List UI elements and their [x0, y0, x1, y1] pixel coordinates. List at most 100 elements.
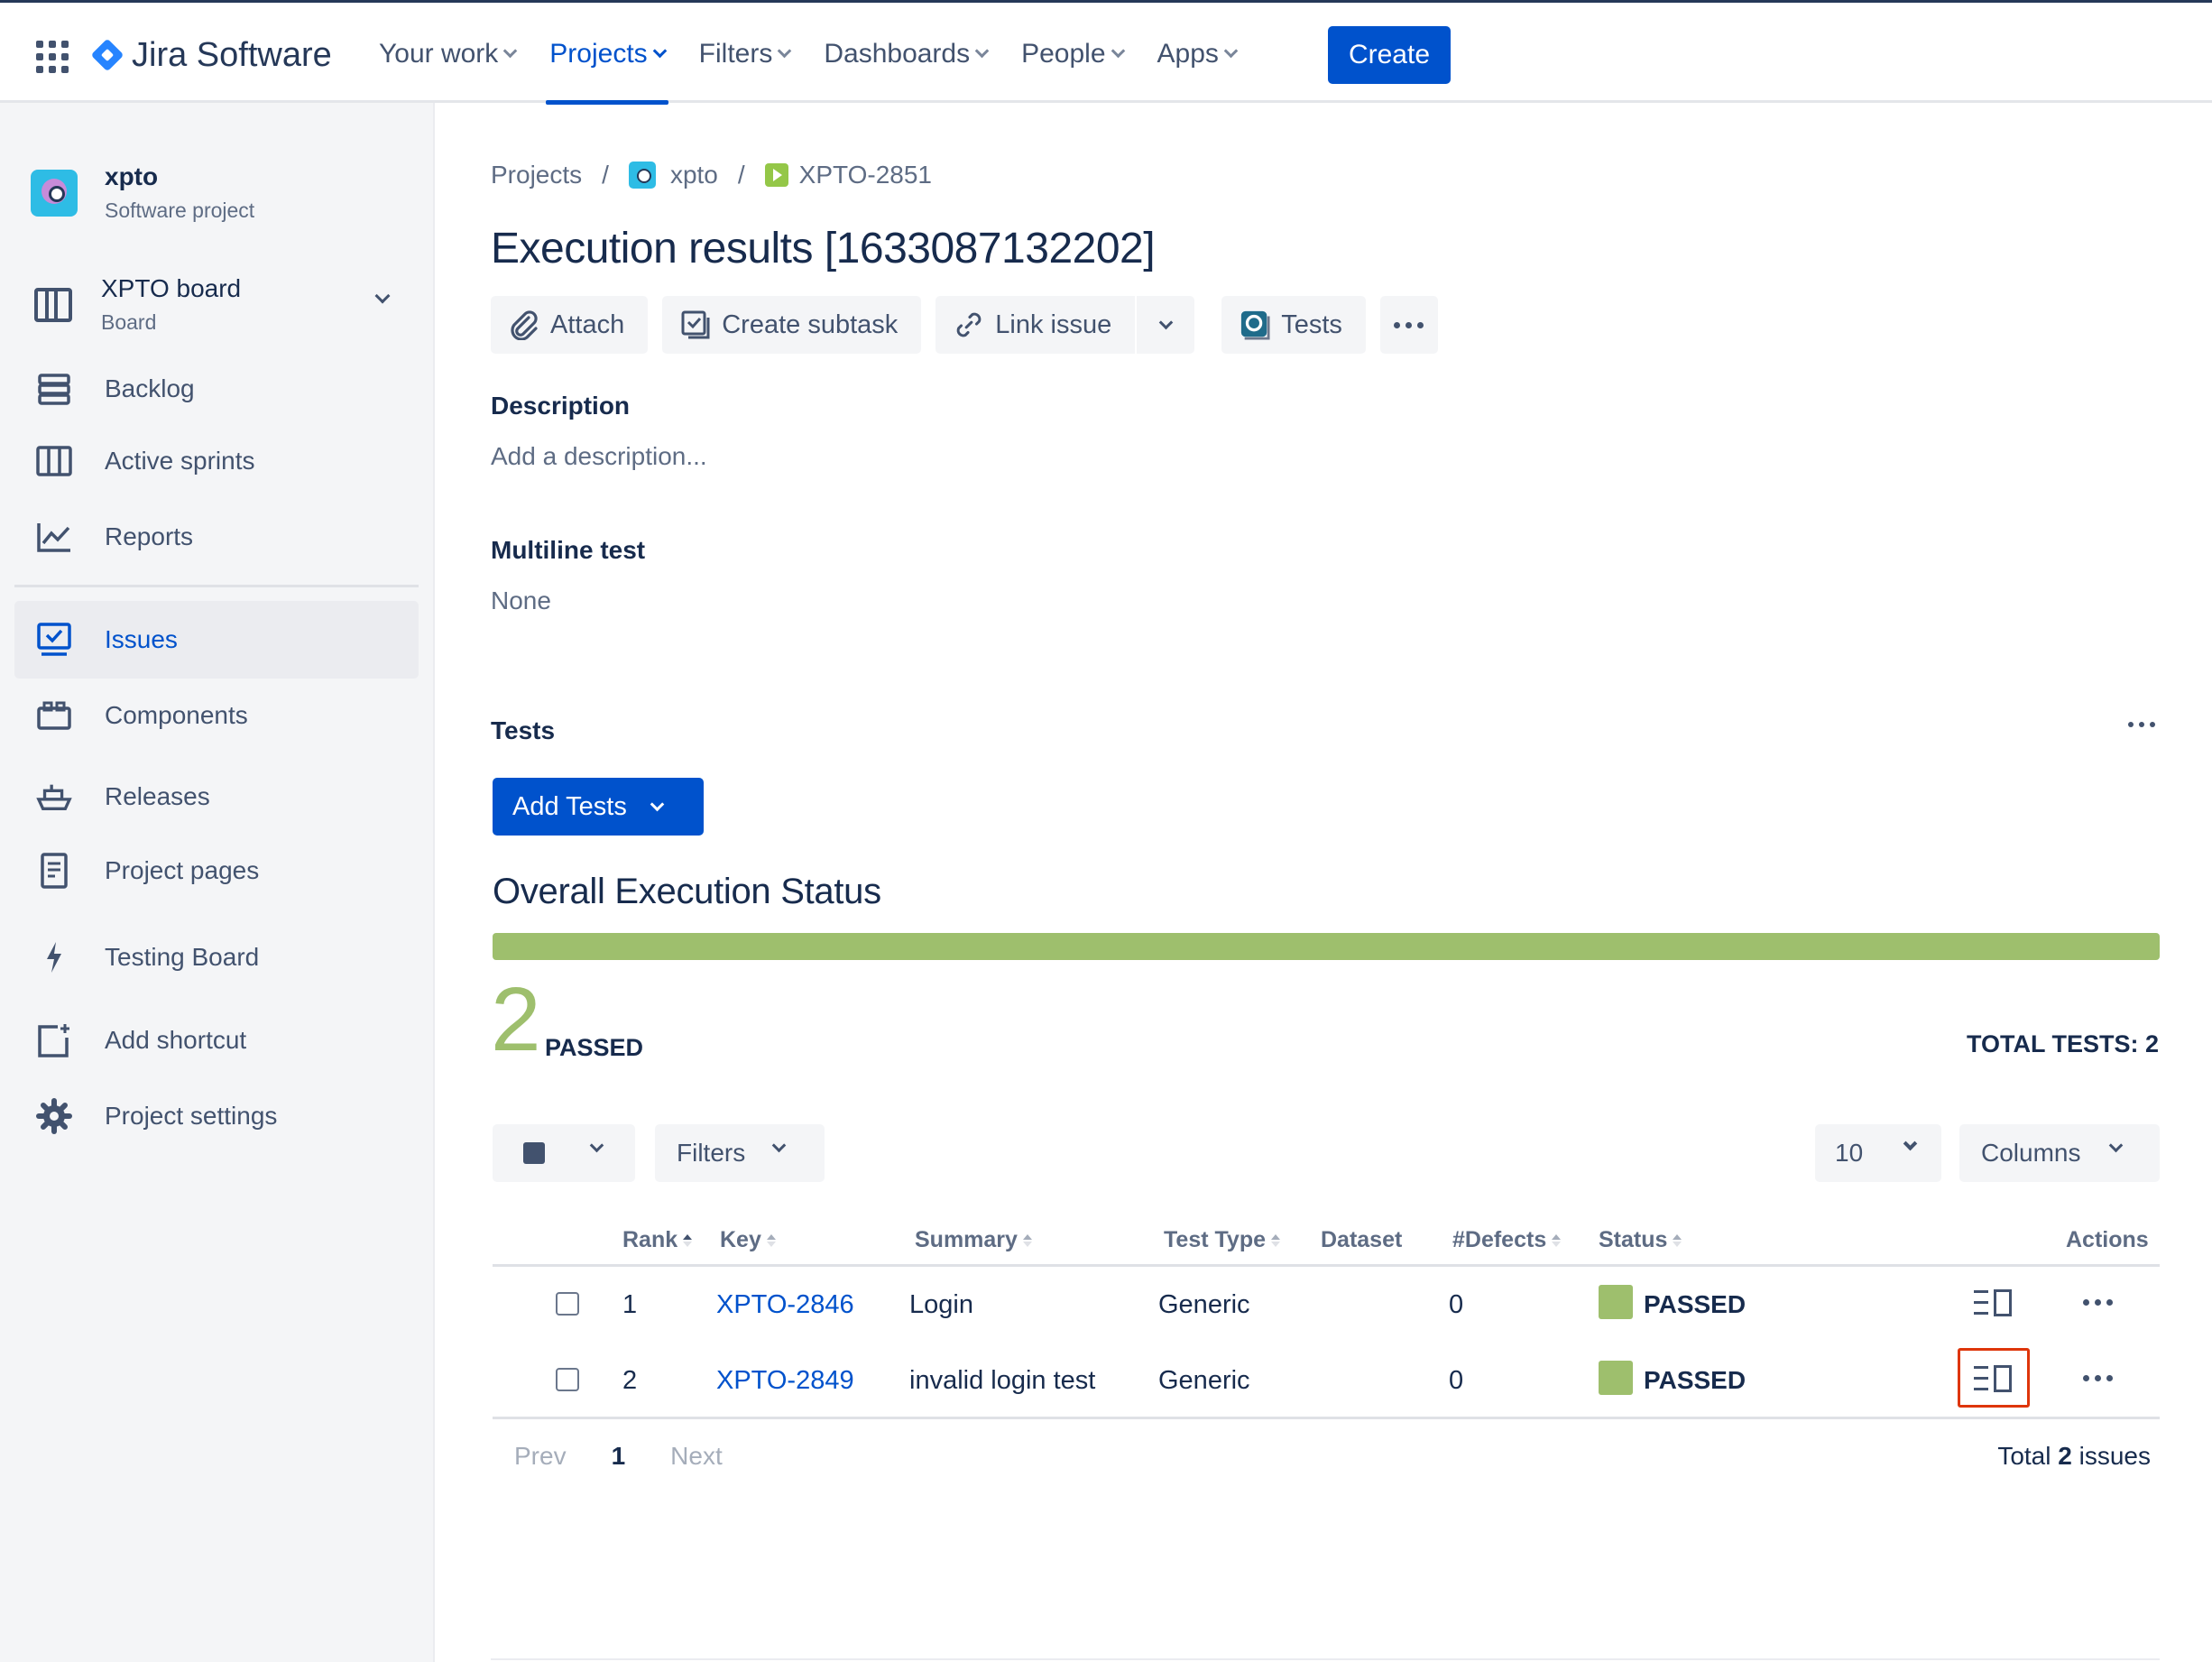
sidebar-item-testing-board[interactable]: Testing Board: [14, 919, 419, 996]
progress-passed-segment[interactable]: [493, 933, 2160, 960]
add-shortcut-icon: [36, 1022, 72, 1058]
board-subtitle: Board: [101, 310, 157, 334]
bulk-select-dropdown[interactable]: [493, 1124, 635, 1182]
nav-filters[interactable]: Filters: [699, 16, 792, 92]
column-test-type[interactable]: Test Type: [1164, 1227, 1280, 1253]
board-name: XPTO board: [101, 274, 242, 302]
sidebar-item-project-settings[interactable]: Project settings: [14, 1077, 419, 1155]
prev-page-button[interactable]: Prev: [514, 1442, 567, 1471]
app-switcher-icon[interactable]: [36, 41, 69, 73]
chevron-down-icon: [2108, 1138, 2124, 1153]
column-defects[interactable]: #Defects: [1452, 1227, 1562, 1253]
jira-logo[interactable]: Jira Software: [90, 33, 332, 77]
breadcrumb: Projects / xpto / XPTO-2851: [491, 161, 932, 189]
column-key[interactable]: Key: [720, 1227, 776, 1253]
breadcrumb-projects[interactable]: Projects: [491, 161, 582, 189]
sidebar-item-releases[interactable]: Releases: [14, 758, 419, 836]
link-issue-button[interactable]: Link issue: [935, 296, 1136, 354]
nav-people[interactable]: People: [1021, 16, 1125, 92]
sidebar-item-issues[interactable]: Issues: [14, 601, 419, 679]
board-selector[interactable]: XPTO board Board: [34, 274, 404, 335]
sidebar-item-add-shortcut[interactable]: Add shortcut: [14, 1002, 419, 1079]
description-field[interactable]: Add a description...: [491, 442, 707, 471]
column-dataset: Dataset: [1321, 1227, 1403, 1252]
rank-cell: 2: [622, 1366, 638, 1395]
chevron-down-icon: [503, 43, 518, 58]
issue-title[interactable]: Execution results [1633087132202]: [491, 224, 1156, 273]
page-size-select[interactable]: 10: [1815, 1124, 1941, 1182]
more-actions-button[interactable]: [1379, 296, 1438, 354]
tests-more-button[interactable]: [2125, 722, 2158, 727]
top-navigation: Jira Software Your work Projects Filters…: [0, 0, 2212, 105]
multiline-test-label: Multiline test: [491, 536, 646, 564]
status-badge[interactable]: PASSED: [1644, 1290, 1746, 1319]
sidebar-item-components[interactable]: Components: [14, 677, 419, 754]
tests-button[interactable]: Tests: [1221, 296, 1366, 354]
select-all-checkbox-icon: [523, 1142, 545, 1164]
table-bottom-border: [493, 1417, 2160, 1419]
paperclip-icon: [509, 309, 539, 340]
breadcrumb-issue-key[interactable]: XPTO-2851: [799, 161, 932, 189]
summary-cell: Login: [909, 1290, 973, 1319]
chevron-down-icon: [974, 43, 990, 58]
logo-text: Jira Software: [132, 35, 332, 74]
column-rank[interactable]: Rank: [622, 1227, 693, 1253]
add-tests-button[interactable]: Add Tests: [493, 778, 704, 836]
more-icon: [2080, 1375, 2115, 1381]
columns-dropdown[interactable]: Columns: [1959, 1124, 2160, 1182]
pagination: Prev 1 Next: [514, 1442, 723, 1471]
create-button[interactable]: Create: [1328, 26, 1451, 84]
row-more-actions-button[interactable]: [2080, 1375, 2115, 1381]
chevron-down-icon: [1903, 1136, 1918, 1151]
total-tests: TOTAL TESTS: 2: [1966, 1030, 2159, 1057]
sprints-icon: [36, 443, 72, 479]
tests-table-header: Rank Key Summary Test Type Dataset #Defe…: [493, 1209, 2160, 1267]
test-key-link[interactable]: XPTO-2846: [716, 1290, 854, 1320]
sidebar-item-project-pages[interactable]: Project pages: [14, 832, 419, 909]
passed-count: 2: [491, 969, 541, 1070]
nav-dashboards[interactable]: Dashboards: [824, 16, 990, 92]
status-color-swatch: [1599, 1285, 1633, 1319]
description-label: Description: [491, 392, 631, 420]
row-checkbox[interactable]: [556, 1368, 579, 1391]
backlog-icon: [36, 371, 72, 407]
nav-apps[interactable]: Apps: [1157, 16, 1239, 92]
execution-details-icon[interactable]: [1972, 1362, 2015, 1395]
project-sidebar: xpto Software project XPTO board Board B…: [0, 103, 435, 1662]
chevron-down-icon: [778, 43, 792, 58]
execution-details-icon[interactable]: [1972, 1287, 2015, 1319]
attach-button[interactable]: Attach: [491, 296, 649, 354]
nav-projects[interactable]: Projects: [546, 16, 669, 105]
primary-nav: Your work Projects Filters Dashboards Pe…: [379, 30, 1270, 105]
next-page-button[interactable]: Next: [670, 1442, 723, 1471]
nav-your-work[interactable]: Your work: [379, 16, 518, 92]
overall-execution-status-title: Overall Execution Status: [493, 872, 881, 911]
filters-dropdown[interactable]: Filters: [655, 1124, 825, 1182]
row-checkbox[interactable]: [556, 1292, 579, 1316]
test-key-link[interactable]: XPTO-2849: [716, 1366, 854, 1396]
project-header[interactable]: xpto Software project: [31, 162, 254, 223]
row-more-actions-button[interactable]: [2080, 1299, 2115, 1306]
status-badge[interactable]: PASSED: [1644, 1366, 1746, 1395]
more-icon: [1391, 321, 1426, 328]
breadcrumb-project[interactable]: xpto: [670, 161, 718, 189]
sidebar-item-backlog[interactable]: Backlog: [14, 350, 419, 428]
summary-cell: invalid login test: [909, 1366, 1096, 1395]
chevron-down-icon[interactable]: [374, 288, 391, 304]
chevron-down-icon: [1223, 43, 1239, 58]
create-subtask-button[interactable]: Create subtask: [662, 296, 922, 354]
project-avatar: [31, 169, 78, 217]
chevron-down-icon: [589, 1138, 604, 1153]
pages-icon: [36, 853, 72, 889]
column-summary[interactable]: Summary: [915, 1227, 1032, 1253]
column-status[interactable]: Status: [1599, 1227, 1682, 1253]
test-type-cell: Generic: [1158, 1290, 1250, 1319]
sidebar-item-active-sprints[interactable]: Active sprints: [14, 422, 419, 500]
current-page[interactable]: 1: [612, 1442, 626, 1471]
sort-icon: [1552, 1233, 1562, 1247]
link-issue-dropdown[interactable]: [1137, 296, 1195, 354]
sidebar-item-reports[interactable]: Reports: [14, 498, 419, 576]
more-icon: [2125, 722, 2158, 727]
sort-icon: [1022, 1233, 1032, 1247]
multiline-test-value[interactable]: None: [491, 586, 551, 615]
